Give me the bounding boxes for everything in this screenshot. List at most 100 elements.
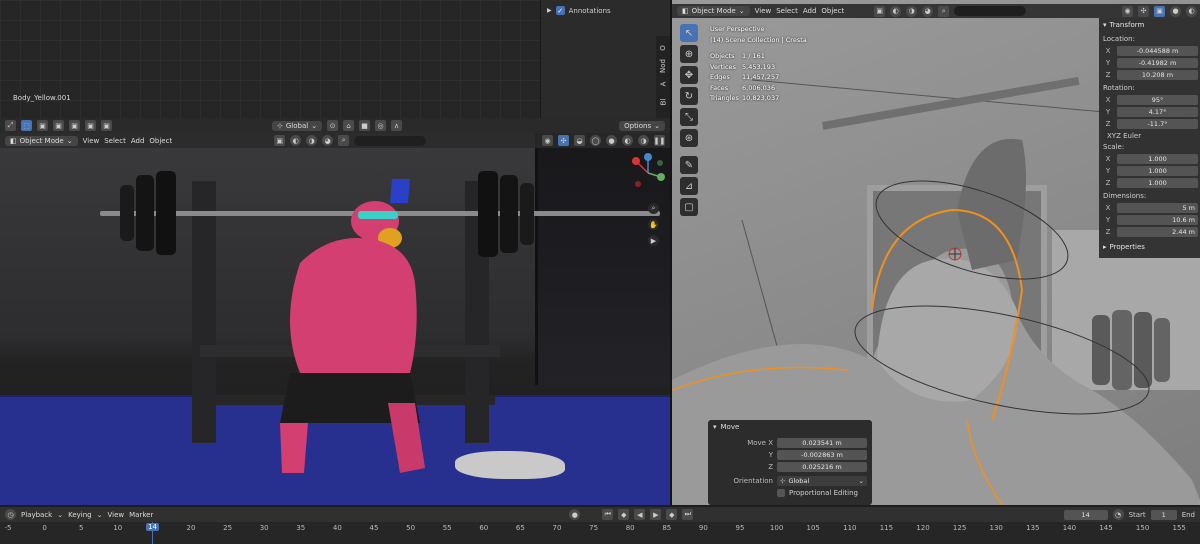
stopwatch-icon[interactable]: ◔ (1112, 509, 1124, 520)
left-search-input[interactable] (354, 135, 427, 146)
gizmo-icon[interactable]: ◑ (906, 5, 918, 17)
right-menu-object[interactable]: Object (821, 7, 844, 15)
start-frame-field[interactable]: 1 (1150, 509, 1177, 520)
mode-invert-icon[interactable]: ▣ (85, 120, 96, 131)
shading-material-icon[interactable]: ◐ (622, 135, 633, 146)
location-z-field[interactable]: 10.208 m (1117, 69, 1198, 80)
tab-a[interactable]: A (659, 82, 667, 87)
move-y-field[interactable]: -0.002863 m (777, 449, 867, 460)
mode-new-icon[interactable]: ▣ (37, 120, 48, 131)
gizmo-toggle-icon[interactable]: ✣ (1138, 5, 1149, 17)
gizmo-icon[interactable]: ◑ (306, 135, 318, 146)
navigation-gizmo[interactable] (628, 153, 668, 193)
search-icon[interactable]: ⌕ (938, 5, 950, 17)
right-menu-view[interactable]: View (755, 7, 772, 15)
snap-icon[interactable]: ⌂ (343, 120, 355, 131)
annotate-tool-icon[interactable]: ✎ (680, 156, 698, 174)
move-z-field[interactable]: 0.025216 m (777, 461, 867, 472)
tab-o[interactable]: O (659, 45, 667, 51)
dimension-y-field[interactable]: 10.6 m (1117, 214, 1198, 225)
left-menu-object[interactable]: Object (149, 137, 172, 145)
tab-bl[interactable]: Bl (659, 99, 667, 106)
overlays-icon[interactable]: ◒ (574, 135, 585, 146)
record-icon[interactable]: ● (569, 509, 581, 520)
timeline-ruler[interactable]: -505101520253035404550556065707580859095… (0, 522, 1200, 544)
eye-icon[interactable]: ◉ (1122, 5, 1133, 17)
right-mode-dropdown[interactable]: ◧ Object Mode ⌄ (677, 6, 750, 16)
shading-render-icon[interactable]: ◑ (638, 135, 649, 146)
proportional-edit-icon[interactable]: ◎ (375, 120, 387, 131)
scale-z-field[interactable]: 1.000 (1117, 177, 1198, 188)
expand-arrow-icon[interactable]: ▶ (547, 7, 552, 14)
eye-icon[interactable]: ◉ (542, 135, 553, 146)
overlay-icon[interactable]: ◕ (922, 5, 934, 17)
rotation-y-field[interactable]: 4.17° (1117, 106, 1198, 117)
mode-extend-icon[interactable]: ▣ (53, 120, 64, 131)
shading-wire-icon[interactable]: ◯ (590, 135, 601, 146)
cursor-tool-icon[interactable]: ⊕ (680, 45, 698, 63)
camera-icon[interactable]: ▶ (648, 235, 659, 246)
select-tool-icon[interactable]: ↖ (680, 24, 698, 42)
filter-icon[interactable]: ◐ (290, 135, 302, 146)
collapse-arrow-icon[interactable]: ▾ (713, 423, 717, 431)
hand-icon[interactable]: ✋ (648, 219, 659, 230)
menu-playback[interactable]: Playback (21, 511, 52, 519)
properties-section[interactable]: ▸ Properties (1103, 243, 1198, 251)
jump-start-icon[interactable]: ⏮ (602, 509, 614, 520)
left-menu-view[interactable]: View (83, 137, 100, 145)
menu-view[interactable]: View (108, 511, 125, 519)
rotation-mode-dropdown[interactable]: XYZ Euler (1107, 132, 1198, 140)
prev-key-icon[interactable]: ◆ (618, 509, 630, 520)
shading-solid-icon[interactable]: ● (1170, 5, 1181, 17)
play-reverse-icon[interactable]: ◀ (634, 509, 646, 520)
scale-y-field[interactable]: 1.000 (1117, 165, 1198, 176)
orientation-dropdown[interactable]: ⊹ Global ⌄ (777, 475, 867, 486)
filter-icon[interactable]: ◐ (890, 5, 902, 17)
location-y-field[interactable]: -0.41982 m (1117, 57, 1198, 68)
mode-subtract-icon[interactable]: ▣ (69, 120, 80, 131)
shading-solid-icon[interactable]: ● (606, 135, 617, 146)
rotation-x-field[interactable]: 95° (1117, 94, 1198, 105)
scale-tool-icon[interactable]: ⤡ (680, 108, 698, 126)
snap-target-icon[interactable]: ■ (359, 120, 371, 131)
right-menu-select[interactable]: Select (776, 7, 798, 15)
dimension-z-field[interactable]: 2.44 m (1117, 226, 1198, 237)
left-menu-add[interactable]: Add (131, 137, 145, 145)
shading-material-icon[interactable]: ◐ (1186, 5, 1197, 17)
falloff-icon[interactable]: ∧ (391, 120, 403, 131)
mode-intersect-icon[interactable]: ▣ (101, 120, 112, 131)
left-menu-select[interactable]: Select (104, 137, 126, 145)
visibility-icon[interactable]: ▣ (874, 5, 886, 17)
tab-node[interactable]: Nod (659, 59, 667, 73)
right-viewport[interactable]: ◧ Object Mode ⌄ View Select Add Object ▣ ◐… (670, 0, 1200, 505)
right-menu-add[interactable]: Add (803, 7, 817, 15)
pause-icon[interactable]: ❚❚ (654, 135, 665, 146)
measure-tool-icon[interactable]: ⊿ (680, 177, 698, 195)
select-box-icon[interactable]: ⬚ (21, 120, 32, 131)
orientation-dropdown[interactable]: ⊹ Global ⌄ (272, 120, 323, 131)
move-tool-icon[interactable]: ✥ (680, 66, 698, 84)
next-key-icon[interactable]: ◆ (666, 509, 678, 520)
annotations-checkbox[interactable]: ✓ (555, 6, 565, 15)
options-button[interactable]: Options ⌄ (619, 120, 665, 131)
xray-icon[interactable]: ▣ (1154, 5, 1165, 17)
add-cube-tool-icon[interactable]: ▢ (680, 198, 698, 216)
node-editor[interactable]: Body_Yellow.001 (0, 0, 540, 118)
overlay-icon[interactable]: ◕ (322, 135, 334, 146)
visibility-icon[interactable]: ▣ (274, 135, 286, 146)
scale-x-field[interactable]: 1.000 (1117, 153, 1198, 164)
editor-type-icon[interactable]: ⤢ (5, 120, 16, 131)
move-x-field[interactable]: 0.023541 m (777, 437, 867, 448)
rotate-tool-icon[interactable]: ↻ (680, 87, 698, 105)
collapse-arrow-icon[interactable]: ▾ (1103, 21, 1107, 29)
left-mode-dropdown[interactable]: ◧ Object Mode ⌄ (5, 135, 78, 146)
playhead-marker[interactable]: 14 (146, 523, 159, 531)
menu-marker[interactable]: Marker (129, 511, 153, 519)
proportional-checkbox[interactable] (777, 488, 785, 497)
zoom-icon[interactable]: ⌕ (648, 203, 659, 214)
rotation-z-field[interactable]: -11.7° (1117, 118, 1198, 129)
clock-icon[interactable]: ◷ (5, 509, 16, 520)
location-x-field[interactable]: -0.044588 m (1117, 45, 1198, 56)
search-icon[interactable]: ⌕ (338, 135, 350, 146)
current-frame-field[interactable]: 14 (1063, 509, 1108, 520)
